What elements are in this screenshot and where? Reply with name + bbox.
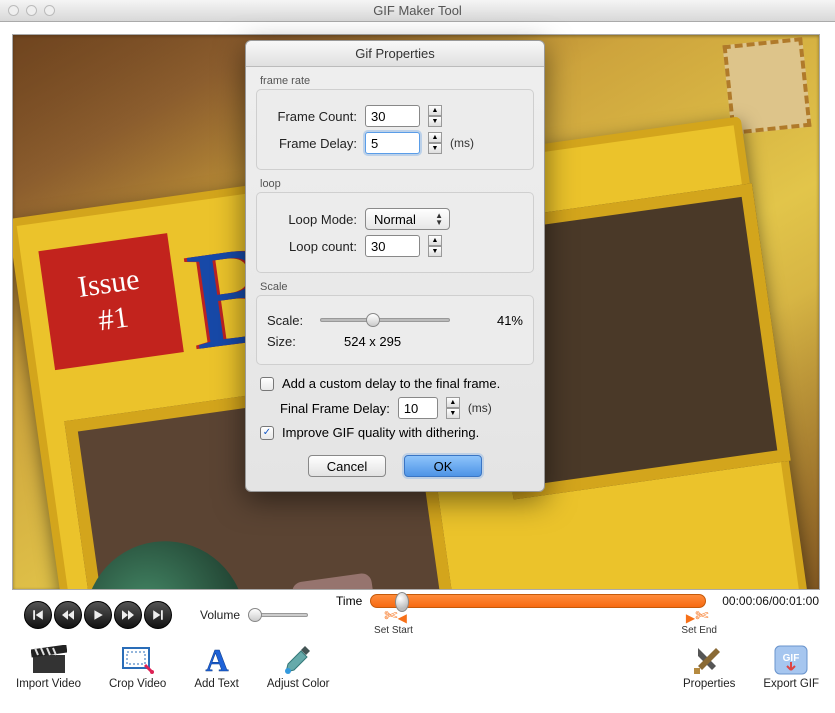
- frame-count-input[interactable]: [365, 105, 420, 127]
- timeline-slider[interactable]: [370, 594, 706, 608]
- scale-slider[interactable]: [320, 311, 450, 329]
- gif-properties-dialog: Gif Properties frame rate Frame Count: ▲…: [245, 40, 545, 492]
- scale-percent: 41%: [497, 313, 523, 328]
- frame-delay-unit: (ms): [450, 136, 474, 150]
- frame-delay-stepper[interactable]: ▲▼: [428, 132, 442, 154]
- skip-end-button[interactable]: [144, 601, 172, 629]
- volume-slider[interactable]: [248, 607, 308, 623]
- bottom-toolbar: Import Video Crop Video A Add Text Adjus…: [0, 636, 835, 696]
- loop-count-input[interactable]: [365, 235, 420, 257]
- titlebar: GIF Maker Tool: [0, 0, 835, 22]
- frame-rate-group-label: frame rate: [246, 67, 544, 89]
- add-text-button[interactable]: A Add Text: [194, 644, 239, 690]
- crop-icon: [118, 644, 158, 676]
- frame-delay-input[interactable]: [365, 132, 420, 154]
- final-frame-delay-unit: (ms): [468, 401, 492, 415]
- dithering-label: Improve GIF quality with dithering.: [282, 425, 479, 440]
- play-button[interactable]: [84, 601, 112, 629]
- minimize-window-button[interactable]: [26, 5, 37, 16]
- gif-export-icon: GIF: [771, 644, 811, 676]
- final-frame-delay-label: Final Frame Delay:: [280, 401, 390, 416]
- fast-forward-button[interactable]: [114, 601, 142, 629]
- text-icon: A: [197, 644, 237, 676]
- close-window-button[interactable]: [8, 5, 19, 16]
- final-frame-delay-input[interactable]: [398, 397, 438, 419]
- loop-group: Loop Mode: Normal ▲▼ Loop count: ▲▼: [256, 192, 534, 273]
- zoom-window-button[interactable]: [44, 5, 55, 16]
- final-frame-checkbox[interactable]: [260, 377, 274, 391]
- issue-tag: Issue #1: [38, 233, 183, 370]
- loop-count-label: Loop count:: [267, 239, 357, 254]
- scissor-icon: ✄: [695, 609, 708, 625]
- properties-button[interactable]: Properties: [683, 644, 735, 690]
- import-video-button[interactable]: Import Video: [16, 644, 81, 690]
- final-frame-checkbox-label: Add a custom delay to the final frame.: [282, 376, 500, 391]
- dithering-checkbox[interactable]: ✓: [260, 426, 274, 440]
- crop-video-button[interactable]: Crop Video: [109, 644, 166, 690]
- time-label: Time: [336, 594, 362, 608]
- scale-group: Scale: 41% Size: 524 x 295: [256, 295, 534, 365]
- time-value: 00:00:06/00:01:00: [722, 594, 819, 608]
- volume-label: Volume: [200, 608, 240, 622]
- loop-count-stepper[interactable]: ▲▼: [428, 235, 442, 257]
- eyedropper-icon: [278, 644, 318, 676]
- size-value: 524 x 295: [344, 334, 401, 349]
- tools-icon: [689, 644, 729, 676]
- dialog-title: Gif Properties: [246, 41, 544, 67]
- clapperboard-icon: [29, 644, 69, 676]
- set-end-marker[interactable]: ▶✄ Set End: [681, 609, 717, 636]
- cancel-button[interactable]: Cancel: [308, 455, 386, 477]
- scissor-icon: ✄: [384, 609, 397, 625]
- final-frame-delay-stepper[interactable]: ▲▼: [446, 397, 460, 419]
- loop-mode-select[interactable]: Normal ▲▼: [365, 208, 450, 230]
- export-gif-button[interactable]: GIF Export GIF: [763, 644, 819, 690]
- frame-delay-label: Frame Delay:: [267, 136, 357, 151]
- set-start-marker[interactable]: ✄◀ Set Start: [374, 609, 413, 636]
- skip-start-button[interactable]: [24, 601, 52, 629]
- playback-controls: Volume Time 00:00:06/00:01:00 ✄◀ Set Sta…: [0, 590, 835, 636]
- scale-label: Scale:: [267, 313, 312, 328]
- scale-group-label: Scale: [246, 273, 544, 295]
- size-label: Size:: [267, 334, 312, 349]
- ok-button[interactable]: OK: [404, 455, 482, 477]
- window-title: GIF Maker Tool: [0, 3, 835, 18]
- adjust-color-button[interactable]: Adjust Color: [267, 644, 330, 690]
- rewind-button[interactable]: [54, 601, 82, 629]
- frame-rate-group: Frame Count: ▲▼ Frame Delay: ▲▼ (ms): [256, 89, 534, 170]
- frame-count-stepper[interactable]: ▲▼: [428, 105, 442, 127]
- svg-text:A: A: [205, 643, 228, 677]
- loop-group-label: loop: [246, 170, 544, 192]
- loop-mode-label: Loop Mode:: [267, 212, 357, 227]
- frame-count-label: Frame Count:: [267, 109, 357, 124]
